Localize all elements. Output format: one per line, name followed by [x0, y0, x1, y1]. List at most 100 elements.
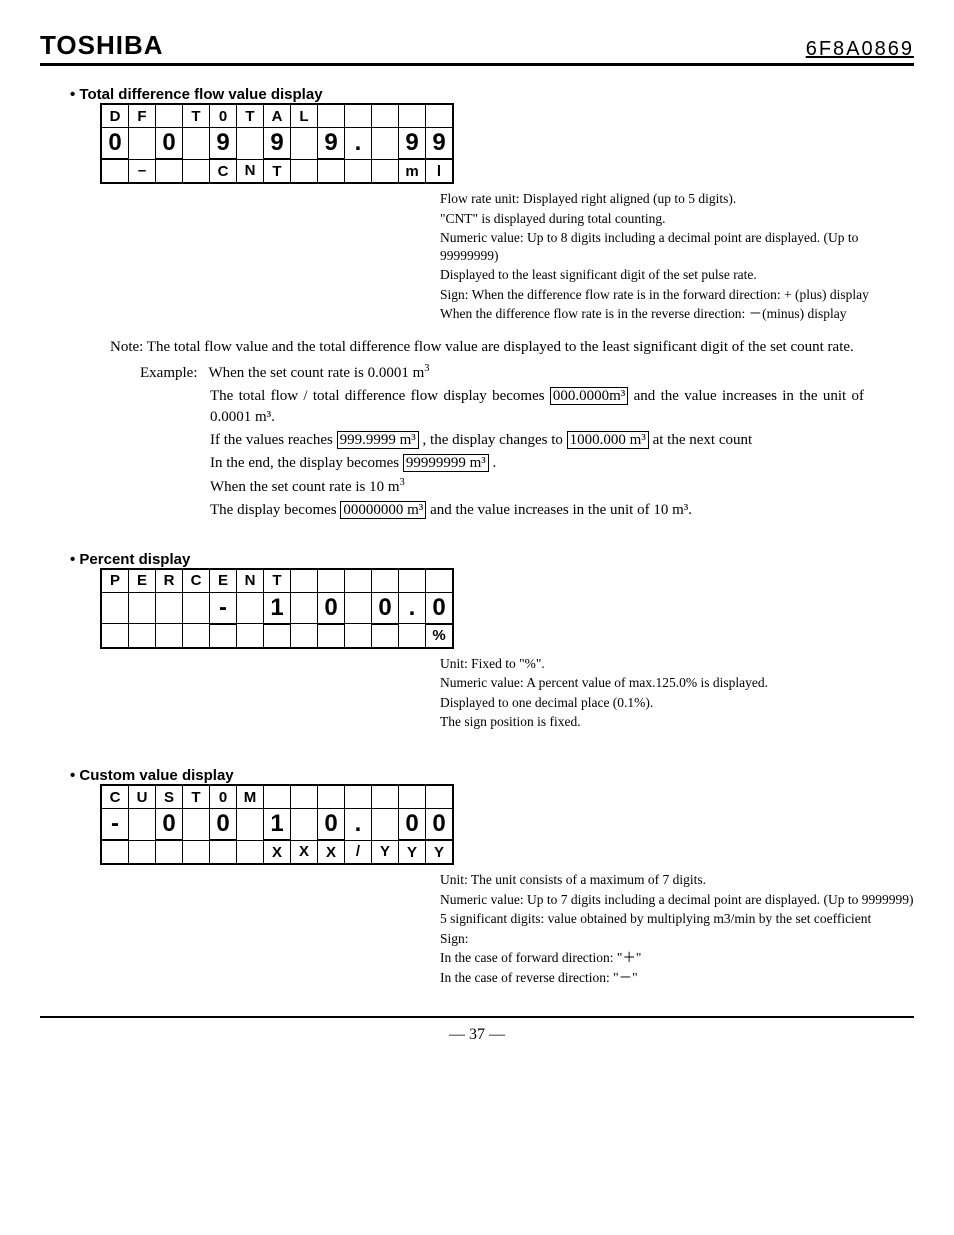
lcd-cell — [345, 104, 372, 128]
lcd-cell — [291, 785, 318, 809]
lcd-cell: X — [264, 840, 291, 864]
lcd-cell: U — [129, 785, 156, 809]
lcd-cell: – — [129, 159, 156, 183]
lcd-cell: T — [183, 785, 210, 809]
lcd-cell — [129, 809, 156, 841]
lcd-cell — [156, 592, 183, 624]
lcd-cell — [372, 785, 399, 809]
lcd-cell: 9 — [399, 128, 426, 160]
lcd-cell: Y — [399, 840, 426, 864]
lcd-cell — [129, 624, 156, 648]
page-header: TOSHIBA 6F8A0869 — [40, 30, 914, 66]
lcd-cell: 1 — [264, 592, 291, 624]
lcd-cell — [372, 159, 399, 183]
lcd-cell: 0 — [372, 592, 399, 624]
lcd-cell — [183, 128, 210, 160]
lcd-cell — [291, 624, 318, 648]
note-text: The total flow / total difference flow d… — [210, 388, 550, 404]
note-text: When the set count rate is 10 m — [210, 479, 400, 495]
lcd-cell: E — [210, 569, 237, 593]
lcd-cell: 1 — [264, 809, 291, 841]
annotation-total-diff: Flow rate unit: Displayed right aligned … — [440, 190, 914, 323]
lcd-cell: C — [101, 785, 129, 809]
lcd-cell — [237, 840, 264, 864]
lcd-cell — [291, 809, 318, 841]
lcd-cell: E — [129, 569, 156, 593]
anno-line: Numeric value: A percent value of max.12… — [440, 674, 914, 692]
lcd-cell — [291, 569, 318, 593]
lcd-cell — [318, 569, 345, 593]
note-lead: Note: The total flow value and the total… — [110, 337, 864, 358]
lcd-cell: / — [345, 840, 372, 864]
anno-line: When the difference flow rate is in the … — [440, 305, 914, 323]
lcd-cell — [291, 592, 318, 624]
lcd-cell — [129, 128, 156, 160]
lcd-cell — [101, 624, 129, 648]
lcd-cell — [372, 128, 399, 160]
lcd-cell — [101, 159, 129, 183]
lcd-cell — [101, 592, 129, 624]
lcd-cell: 0 — [318, 592, 345, 624]
lcd-cell — [291, 159, 318, 183]
lcd-cell: C — [183, 569, 210, 593]
lcd-cell: T — [237, 104, 264, 128]
lcd-cell — [156, 624, 183, 648]
lcd-cell — [291, 128, 318, 160]
lcd-cell — [372, 809, 399, 841]
lcd-cell: 0 — [156, 128, 183, 160]
lcd-cell — [237, 592, 264, 624]
lcd-cell — [101, 840, 129, 864]
lcd-cell — [183, 840, 210, 864]
anno-line: Unit: Fixed to "%". — [440, 655, 914, 673]
lcd-cell — [426, 104, 454, 128]
lcd-cell: . — [399, 592, 426, 624]
lcd-cell — [156, 159, 183, 183]
lcd-cell — [426, 569, 454, 593]
lcd-cell: L — [291, 104, 318, 128]
lcd-cell: N — [237, 159, 264, 183]
lcd-cell — [210, 624, 237, 648]
lcd-cell: 9 — [264, 128, 291, 160]
lcd-cell — [345, 785, 372, 809]
lcd-cell — [318, 785, 345, 809]
lcd-cell: T — [183, 104, 210, 128]
section-title-percent: Percent display — [70, 551, 914, 568]
lcd-cell — [156, 104, 183, 128]
lcd-cell — [156, 840, 183, 864]
boxed-value: 00000000 m³ — [340, 501, 426, 519]
lcd-cell: R — [156, 569, 183, 593]
lcd-cell: 9 — [210, 128, 237, 160]
lcd-cell — [210, 840, 237, 864]
anno-line: Displayed to the least significant digit… — [440, 266, 914, 284]
anno-line: Numeric value: Up to 8 digits including … — [440, 229, 914, 264]
lcd-cell: % — [426, 624, 454, 648]
boxed-value: 000.0000m³ — [550, 387, 628, 405]
note-text: at the next count — [653, 432, 753, 448]
lcd-cell — [318, 159, 345, 183]
lcd-cell — [183, 624, 210, 648]
lcd-cell: m — [399, 159, 426, 183]
lcd-cell: C — [210, 159, 237, 183]
page-number: — 37 — — [449, 1026, 505, 1043]
boxed-value: 999.9999 m³ — [337, 431, 419, 449]
lcd-display-total-diff: D F T 0 T A L 0 0 9 9 9 . 9 9 — [100, 103, 914, 184]
note-text: When the set count rate is 0.0001 m — [208, 365, 424, 381]
lcd-cell — [318, 624, 345, 648]
lcd-cell — [264, 785, 291, 809]
lcd-cell: 9 — [318, 128, 345, 160]
lcd-cell: . — [345, 128, 372, 160]
note-text: , the display changes to — [423, 432, 567, 448]
lcd-cell — [237, 809, 264, 841]
lcd-cell — [399, 104, 426, 128]
boxed-value: 1000.000 m³ — [567, 431, 649, 449]
lcd-cell: X — [291, 840, 318, 864]
lcd-cell: P — [101, 569, 129, 593]
anno-line: Sign: — [440, 930, 914, 948]
lcd-cell: Y — [372, 840, 399, 864]
note-text: The display becomes — [210, 502, 340, 518]
boxed-value: 99999999 m³ — [403, 454, 489, 472]
doc-number: 6F8A0869 — [806, 38, 914, 61]
anno-line: 5 significant digits: value obtained by … — [440, 910, 914, 928]
anno-line: "CNT" is displayed during total counting… — [440, 210, 914, 228]
lcd-cell: Y — [426, 840, 454, 864]
